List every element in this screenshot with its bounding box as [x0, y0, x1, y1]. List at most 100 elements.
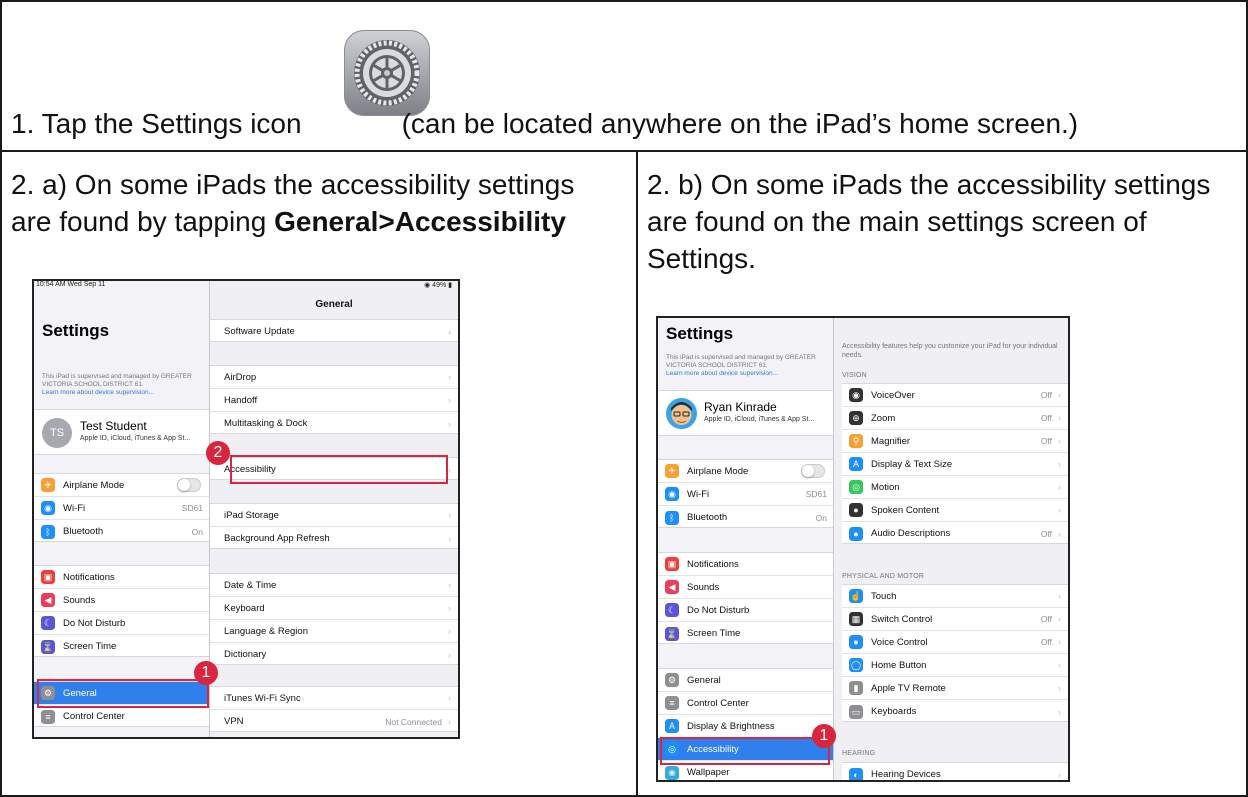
- settings-row-keyboard[interactable]: Keyboard ›: [210, 597, 458, 620]
- settings-row-magnifier[interactable]: ⚲ Magnifier Off ›: [842, 430, 1068, 453]
- detail-title: General: [315, 299, 353, 310]
- settings-row-multitasking-dock[interactable]: Multitasking & Dock ›: [210, 412, 458, 435]
- settings-row-hearing-devices[interactable]: ◐ Hearing Devices ›: [842, 763, 1068, 780]
- settings-row-voiceover[interactable]: ◉ VoiceOver Off ›: [842, 384, 1068, 407]
- airplane-icon: ✈: [41, 478, 55, 492]
- settings-row-itunes-wi-fi-sync[interactable]: iTunes Wi-Fi Sync ›: [210, 687, 458, 710]
- row-label: Airplane Mode: [687, 465, 749, 477]
- battery-percent: 49%: [432, 282, 447, 289]
- settings-row-wi-fi[interactable]: ◉ Wi-Fi SD61: [658, 483, 833, 506]
- chevron-right-icon: ›: [1058, 683, 1061, 693]
- chevron-right-icon: ›: [1058, 591, 1061, 601]
- row-label: Keyboards: [871, 706, 917, 717]
- settings-row-motion[interactable]: ◎ Motion ›: [842, 476, 1068, 499]
- voice-control-icon: ●: [849, 635, 863, 649]
- settings-row-apple-tv-remote[interactable]: ▮ Apple TV Remote ›: [842, 677, 1068, 700]
- wifi-status-icon: ◉: [424, 282, 431, 289]
- sidebar-group-notifications: ▣ Notifications ◀ Sounds ☾ Do Not Disturb ⌛ Scr…: [34, 565, 209, 657]
- airplane-mode-toggle[interactable]: [177, 478, 201, 492]
- row-label: Home Button: [871, 659, 927, 671]
- profile-cell-b[interactable]: Ryan Kinrade Apple ID, iCloud, iTunes & …: [658, 390, 833, 436]
- settings-row-control-center[interactable]: ≡ Control Center: [34, 705, 209, 728]
- settings-row-voice-control[interactable]: ● Voice Control Off ›: [842, 631, 1068, 654]
- settings-row-vpn[interactable]: VPN Not Connected ›: [210, 710, 458, 733]
- text-size-icon: A: [849, 457, 863, 471]
- settings-row-touch[interactable]: ☝ Touch ›: [842, 585, 1068, 608]
- row-value: Off: [1040, 390, 1052, 400]
- chevron-right-icon: ›: [1058, 413, 1061, 423]
- step-2a-text: 2. a) On some iPads the accessibility se…: [11, 166, 574, 240]
- settings-row-audio-descriptions[interactable]: ● Audio Descriptions Off ›: [842, 522, 1068, 545]
- settings-row-background-app-refresh[interactable]: Background App Refresh ›: [210, 527, 458, 550]
- screenshot-general-settings: 10:54 AM Wed Sep 11 Settings This iPad i…: [32, 279, 460, 739]
- row-label: Software Update: [224, 326, 295, 337]
- chevron-right-icon: ›: [1058, 637, 1061, 647]
- settings-row-airplane-mode[interactable]: ✈ Airplane Mode: [34, 474, 209, 497]
- settings-row-screen-time[interactable]: ⌛ Screen Time: [658, 622, 833, 645]
- status-time: 10:54 AM Wed Sep 11: [36, 281, 106, 288]
- row-value: On: [191, 526, 203, 537]
- settings-row-notifications[interactable]: ▣ Notifications: [658, 553, 833, 576]
- settings-row-display-brightness[interactable]: A Display & Brightness: [658, 715, 833, 738]
- row-value: Off: [1040, 637, 1052, 647]
- settings-row-home-button[interactable]: ◯ Home Button ›: [842, 654, 1068, 677]
- control-center-icon: ≡: [665, 696, 679, 710]
- home-button-icon: ◯: [849, 658, 863, 672]
- settings-row-bluetooth[interactable]: ᛒ Bluetooth On: [658, 506, 833, 529]
- profile-cell[interactable]: TS Test Student Apple ID, iCloud, iTunes…: [34, 409, 209, 455]
- settings-row-general[interactable]: ⚙ General: [658, 669, 833, 692]
- chevron-right-icon: ›: [448, 372, 451, 382]
- settings-row-spoken-content[interactable]: ● Spoken Content ›: [842, 499, 1068, 522]
- settings-row-do-not-disturb[interactable]: ☾ Do Not Disturb: [658, 599, 833, 622]
- settings-row-sounds[interactable]: ◀ Sounds: [34, 589, 209, 612]
- row-label: Apple TV Remote: [871, 682, 946, 694]
- step-2b-text: 2. b) On some iPads the accessibility se…: [647, 166, 1210, 277]
- step-1-text: 1. Tap the Settings icon (can be located …: [11, 108, 1078, 140]
- row-value: Off: [1040, 436, 1052, 446]
- settings-title: Settings: [42, 321, 110, 340]
- step-2b-line-3: Settings.: [647, 243, 756, 274]
- settings-row-handoff[interactable]: Handoff ›: [210, 389, 458, 412]
- airplane-mode-toggle[interactable]: [801, 464, 825, 478]
- settings-row-switch-control[interactable]: ▦ Switch Control Off ›: [842, 608, 1068, 631]
- row-label: Do Not Disturb: [63, 617, 126, 629]
- step-2b-line-1: 2. b) On some iPads the accessibility se…: [647, 169, 1211, 200]
- supervision-link[interactable]: Learn more about device supervision...: [42, 389, 154, 396]
- row-label: Keyboard: [224, 602, 265, 614]
- settings-row-software-update[interactable]: Software Update ›: [210, 320, 458, 343]
- settings-row-display-text-size[interactable]: A Display & Text Size ›: [842, 453, 1068, 476]
- settings-row-notifications[interactable]: ▣ Notifications: [34, 566, 209, 589]
- settings-row-wi-fi[interactable]: ◉ Wi-Fi SD61: [34, 497, 209, 520]
- settings-row-language-region[interactable]: Language & Region ›: [210, 620, 458, 643]
- settings-row-date-time[interactable]: Date & Time ›: [210, 574, 458, 597]
- settings-row-sounds[interactable]: ◀ Sounds: [658, 576, 833, 599]
- display-icon: A: [665, 719, 679, 733]
- row-label: Voice Control: [871, 636, 928, 648]
- settings-row-dictionary[interactable]: Dictionary ›: [210, 643, 458, 666]
- step-1-text-before: 1. Tap the Settings icon: [11, 108, 302, 139]
- settings-row-keyboards[interactable]: ▭ Keyboards ›: [842, 700, 1068, 723]
- row-label: Background App Refresh: [224, 533, 330, 544]
- settings-row-airplane-mode[interactable]: ✈ Airplane Mode: [658, 460, 833, 483]
- magnifier-icon: ⚲: [849, 434, 863, 448]
- settings-row-zoom[interactable]: ⊕ Zoom Off ›: [842, 407, 1068, 430]
- row-value: SD61: [181, 503, 203, 513]
- chevron-right-icon: ›: [1058, 482, 1061, 492]
- settings-row-control-center[interactable]: ≡ Control Center: [658, 692, 833, 715]
- settings-row-bluetooth[interactable]: ᛒ Bluetooth On: [34, 520, 209, 543]
- sidebar-group-connectivity: ✈ Airplane Mode ◉ Wi-Fi SD61 ᛒ Bluetooth On: [34, 473, 209, 542]
- step-2a-column: 2. a) On some iPads the accessibility se…: [2, 152, 638, 797]
- settings-row-ipad-storage[interactable]: iPad Storage ›: [210, 504, 458, 527]
- chevron-right-icon: ›: [448, 395, 451, 405]
- supervision-link-b[interactable]: Learn more about device supervision...: [666, 370, 778, 377]
- settings-row-do-not-disturb[interactable]: ☾ Do Not Disturb: [34, 612, 209, 635]
- settings-row-screen-time[interactable]: ⌛ Screen Time: [34, 635, 209, 658]
- row-label: Spoken Content: [871, 504, 940, 516]
- moon-icon: ☾: [41, 616, 55, 630]
- gear-icon: ⚙: [665, 673, 679, 687]
- hourglass-icon: ⌛: [41, 639, 55, 654]
- settings-row-airdrop[interactable]: AirDrop ›: [210, 366, 458, 389]
- moon-icon: ☾: [665, 603, 679, 617]
- chevron-right-icon: ›: [1058, 505, 1061, 515]
- supervision-note-b: This iPad is supervised and managed by G…: [666, 354, 831, 378]
